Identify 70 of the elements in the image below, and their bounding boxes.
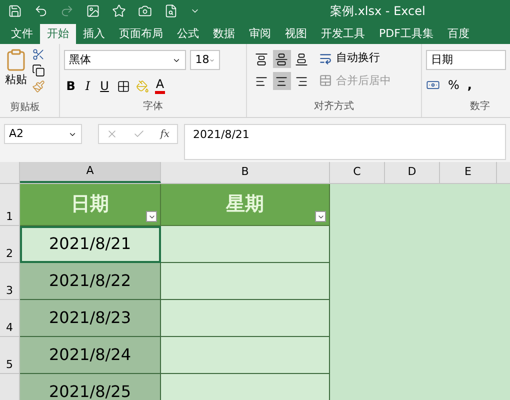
ribbon-tab[interactable]: 审阅 <box>242 24 278 44</box>
filter-button[interactable] <box>146 211 157 222</box>
header-cell: 日期 <box>20 184 161 226</box>
align-icon <box>295 74 308 88</box>
ribbon-tab[interactable]: 页面布局 <box>112 24 170 44</box>
wrap-text-icon <box>318 52 332 65</box>
font-family-field[interactable]: 黑体 <box>64 50 186 70</box>
currency-icon[interactable] <box>426 78 440 92</box>
row-header[interactable]: 4 <box>0 300 20 337</box>
insert-function-button[interactable]: fx <box>160 126 170 142</box>
merge-cells-icon <box>318 74 332 88</box>
ribbon-tab[interactable]: 开发工具 <box>314 24 372 44</box>
camera-icon[interactable] <box>138 4 152 18</box>
header-cell: 星期 <box>161 184 330 226</box>
column-header[interactable]: E <box>440 162 497 183</box>
align-icon <box>275 52 288 66</box>
star-icon[interactable] <box>112 4 126 18</box>
row-header[interactable]: 1 <box>0 184 20 226</box>
cut-icon[interactable] <box>32 48 45 61</box>
filter-button[interactable] <box>315 211 326 222</box>
name-box[interactable]: A2 <box>4 124 82 144</box>
italic-button[interactable]: I <box>83 77 92 95</box>
print-preview-icon[interactable] <box>164 4 178 18</box>
ribbon-tab[interactable]: 文件 <box>4 24 40 44</box>
column-header[interactable]: B <box>161 162 330 183</box>
row-header[interactable]: 3 <box>0 263 20 300</box>
bold-button[interactable]: B <box>64 77 78 95</box>
undo-icon[interactable] <box>34 4 48 18</box>
ribbon-tab[interactable]: 数据 <box>206 24 242 44</box>
picture-frame-icon[interactable] <box>86 4 100 18</box>
column-header[interactable]: C <box>330 162 385 183</box>
save-icon[interactable] <box>8 4 22 18</box>
date-cell: 2021/8/22 <box>20 263 161 300</box>
copy-icon[interactable] <box>32 64 45 77</box>
align-icon <box>255 74 268 88</box>
percent-button[interactable]: % <box>448 76 460 94</box>
ribbon-tab[interactable]: 百度 <box>440 24 476 44</box>
align-button[interactable] <box>272 50 291 68</box>
group-label: 剪贴板 <box>9 100 41 115</box>
window-title: 案例.xlsx - Excel <box>330 3 426 20</box>
align-icon <box>295 52 308 66</box>
ribbon-tab[interactable]: PDF工具集 <box>372 24 440 44</box>
font-size-field[interactable]: 18 <box>190 50 220 70</box>
align-icon <box>255 52 268 66</box>
group-label: 字体 <box>143 100 164 114</box>
column-header[interactable]: A <box>20 162 161 183</box>
borders-icon[interactable] <box>116 80 130 92</box>
comma-button[interactable]: , <box>467 76 472 94</box>
date-cell: 2021/8/24 <box>20 337 161 374</box>
wrap-text-button[interactable]: 自动换行 <box>318 50 391 66</box>
group-label: 对齐方式 <box>314 100 354 114</box>
fill-color-icon[interactable] <box>136 80 149 92</box>
formula-field[interactable]: 2021/8/21 <box>184 124 506 160</box>
group-label: 数字 <box>470 100 491 114</box>
row-header[interactable]: 2 <box>0 226 20 263</box>
font-color-button[interactable]: A <box>154 78 166 94</box>
date-cell: 2021/8/23 <box>20 300 161 337</box>
column-header[interactable]: D <box>385 162 440 183</box>
row-header[interactable]: 5 <box>0 337 20 374</box>
date-cell: 2021/8/21 <box>20 226 161 263</box>
ribbon-tab[interactable]: 开始 <box>40 24 76 44</box>
align-button[interactable] <box>272 72 291 90</box>
paste-button[interactable]: 粘贴 <box>4 48 28 100</box>
number-format-field[interactable]: 日期 <box>426 50 506 70</box>
align-icon <box>275 74 288 88</box>
date-cell: 2021/8/25 <box>20 374 161 400</box>
underline-button[interactable]: U <box>98 77 111 95</box>
ribbon-tab[interactable]: 视图 <box>278 24 314 44</box>
ribbon-tab[interactable]: 公式 <box>170 24 206 44</box>
ribbon-tab[interactable]: 插入 <box>76 24 112 44</box>
